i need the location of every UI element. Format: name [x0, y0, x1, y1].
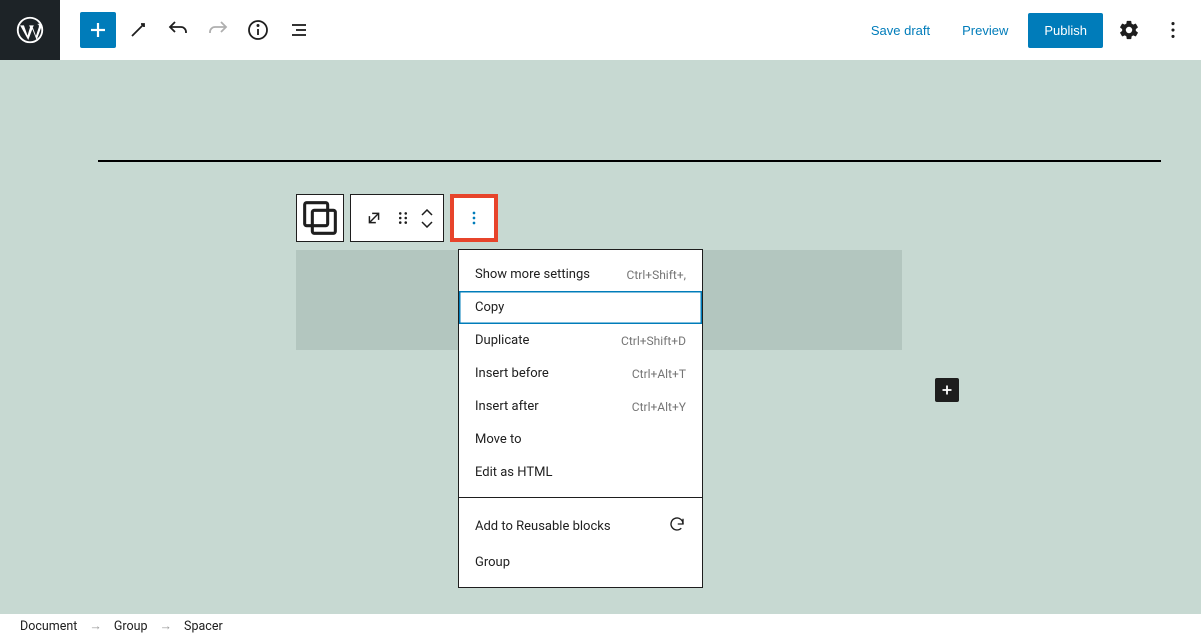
- menu-move-to[interactable]: Move to: [459, 423, 702, 456]
- editor-canvas: Show more settings Ctrl+Shift+, Copy Dup…: [60, 60, 1201, 614]
- menu-duplicate[interactable]: Duplicate Ctrl+Shift+D: [459, 324, 702, 357]
- menu-edit-html[interactable]: Edit as HTML: [459, 456, 702, 489]
- outline-button[interactable]: [280, 12, 316, 48]
- menu-label: Insert after: [475, 399, 539, 414]
- toolbar-left: [60, 12, 316, 48]
- drag-handle-icon[interactable]: [389, 194, 417, 242]
- menu-copy[interactable]: Copy: [459, 291, 702, 324]
- breadcrumb-document[interactable]: Document: [20, 619, 77, 634]
- menu-label: Edit as HTML: [475, 465, 552, 480]
- save-draft-button[interactable]: Save draft: [859, 15, 942, 46]
- editor-topbar: Save draft Preview Publish: [0, 0, 1201, 60]
- menu-label: Duplicate: [475, 333, 529, 348]
- menu-show-more-settings[interactable]: Show more settings Ctrl+Shift+,: [459, 258, 702, 291]
- settings-icon[interactable]: [1111, 12, 1147, 48]
- wordpress-logo[interactable]: [0, 0, 60, 60]
- breadcrumb-group[interactable]: Group: [114, 619, 148, 634]
- inline-add-block-button[interactable]: [935, 378, 959, 402]
- refresh-icon: [668, 515, 686, 537]
- undo-button[interactable]: [160, 12, 196, 48]
- block-breadcrumb: Document → Group → Spacer: [0, 614, 1201, 638]
- menu-insert-after[interactable]: Insert after Ctrl+Alt+Y: [459, 390, 702, 423]
- menu-label: Show more settings: [475, 267, 590, 282]
- menu-shortcut: Ctrl+Alt+T: [632, 367, 686, 381]
- menu-shortcut: Ctrl+Shift+D: [621, 334, 686, 348]
- menu-label: Add to Reusable blocks: [475, 519, 611, 534]
- menu-label: Move to: [475, 432, 522, 447]
- breadcrumb-arrow: →: [160, 619, 173, 634]
- menu-label: Group: [475, 555, 510, 570]
- block-toolbar: [296, 194, 498, 242]
- toolbar-right: Save draft Preview Publish: [859, 12, 1201, 48]
- breadcrumb-spacer[interactable]: Spacer: [184, 619, 223, 634]
- redo-button[interactable]: [200, 12, 236, 48]
- menu-shortcut: Ctrl+Shift+,: [627, 268, 686, 282]
- block-options-menu: Show more settings Ctrl+Shift+, Copy Dup…: [458, 249, 703, 588]
- menu-add-reusable[interactable]: Add to Reusable blocks: [459, 506, 702, 546]
- move-down-icon[interactable]: [420, 220, 434, 228]
- parent-block-button[interactable]: [296, 194, 344, 242]
- separator-block[interactable]: [98, 160, 1161, 162]
- more-options-icon[interactable]: [1155, 12, 1191, 48]
- preview-button[interactable]: Preview: [950, 15, 1020, 46]
- breadcrumb-arrow: →: [89, 619, 102, 634]
- menu-label: Insert before: [475, 366, 549, 381]
- menu-shortcut: Ctrl+Alt+Y: [632, 400, 686, 414]
- menu-group[interactable]: Group: [459, 546, 702, 579]
- menu-insert-before[interactable]: Insert before Ctrl+Alt+T: [459, 357, 702, 390]
- block-type-icon[interactable]: [359, 194, 389, 242]
- add-block-button[interactable]: [80, 12, 116, 48]
- publish-button[interactable]: Publish: [1028, 13, 1103, 48]
- block-more-options-button[interactable]: [450, 194, 498, 242]
- move-up-icon[interactable]: [420, 209, 434, 217]
- edit-mode-button[interactable]: [120, 12, 156, 48]
- menu-label: Copy: [475, 300, 504, 315]
- info-button[interactable]: [240, 12, 276, 48]
